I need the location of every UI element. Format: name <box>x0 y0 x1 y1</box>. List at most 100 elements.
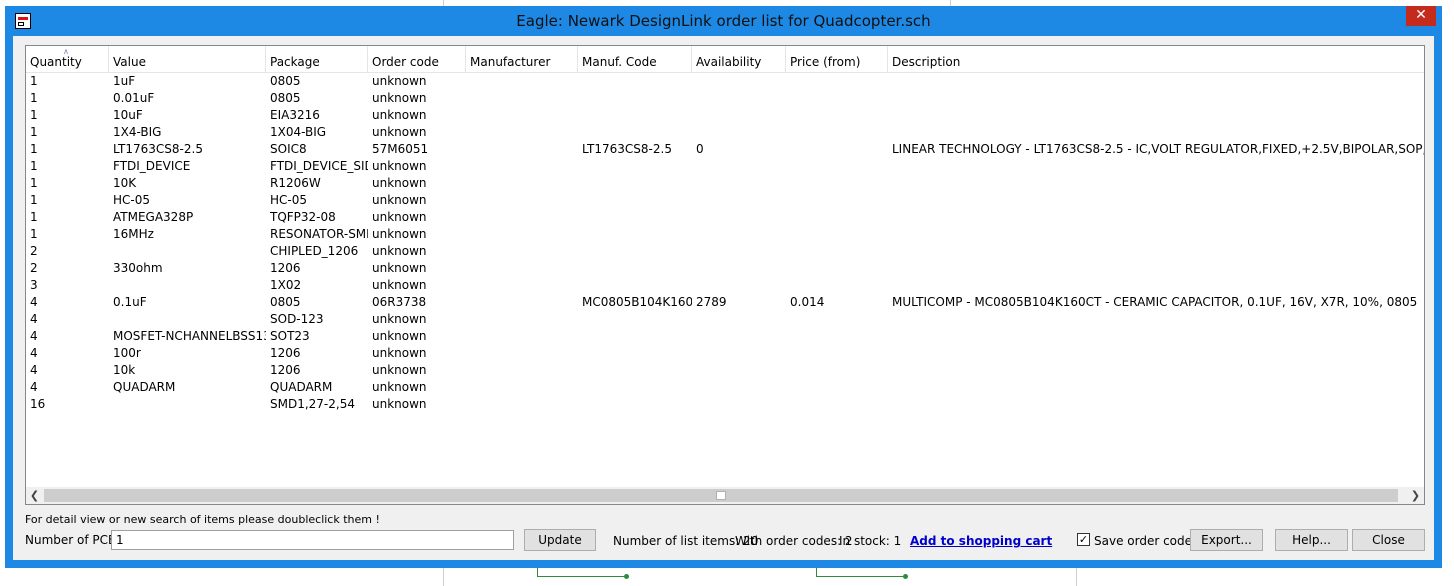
table-cell <box>578 158 692 175</box>
table-cell: FTDI_DEVICE <box>113 159 191 173</box>
table-cell: unknown <box>372 125 427 139</box>
scroll-left-icon[interactable]: ❮ <box>26 487 43 504</box>
table-row[interactable]: 4 100r 1206 unknown <box>26 345 1424 362</box>
column-header[interactable]: Availability <box>692 46 786 72</box>
column-header[interactable]: Order code <box>368 46 466 72</box>
table-cell: MC0805B104K160CT <box>582 295 692 309</box>
table-cell <box>578 345 692 362</box>
table-cell: 16 <box>30 397 46 411</box>
table-cell: MULTICOMP - MC0805B104K160CT - CERAMIC C… <box>892 295 1418 309</box>
table-cell: 1 <box>30 142 38 156</box>
table-cell: 4 <box>30 380 38 394</box>
table-row[interactable]: 1 ATMEGA328P TQFP32-08 unknown <box>26 209 1424 226</box>
table-cell <box>786 311 888 328</box>
table-row[interactable]: 1 HC-05 HC-05 unknown <box>26 192 1424 209</box>
column-header[interactable]: Description <box>888 46 1424 72</box>
help-button[interactable]: Help... <box>1275 529 1348 551</box>
table-cell <box>692 192 786 209</box>
table-cell: unknown <box>372 108 427 122</box>
table-row[interactable]: 2 CHIPLED_1206 unknown <box>26 243 1424 260</box>
table-cell <box>692 328 786 345</box>
column-header[interactable]: Package <box>266 46 368 72</box>
table-cell <box>692 243 786 260</box>
table-row[interactable]: 4 MOSFET-NCHANNELBSS138 SOT23 unknown <box>26 328 1424 345</box>
table-cell: SOT23 <box>270 329 310 343</box>
table-cell <box>578 260 692 277</box>
table-cell: 1 <box>30 108 38 122</box>
table-cell: 10uF <box>113 108 143 122</box>
table-cell: unknown <box>372 380 427 394</box>
table-cell <box>786 226 888 243</box>
table-cell <box>692 209 786 226</box>
table-cell <box>786 141 888 158</box>
table-row[interactable]: 1 10uF EIA3216 unknown <box>26 107 1424 124</box>
table-row[interactable]: 1 FTDI_DEVICE FTDI_DEVICE_SIDE unknown <box>26 158 1424 175</box>
window-close-button[interactable]: ✕ <box>1406 6 1436 26</box>
table-cell: 16MHz <box>113 227 154 241</box>
table-row[interactable]: 1 16MHz RESONATOR-SMD unknown <box>26 226 1424 243</box>
table-cell <box>786 90 888 107</box>
table-cell: QUADARM <box>113 380 176 394</box>
table-row[interactable]: 4 0.1uF 0805 06R3738 MC0805B104K160CT 2789 0.0… <box>26 294 1424 311</box>
save-order-codes-checkbox[interactable]: ✓ <box>1077 533 1090 546</box>
table-cell <box>786 362 888 379</box>
table-row[interactable]: 3 1X02 unknown <box>26 277 1424 294</box>
title-bar[interactable]: Eagle: Newark DesignLink order list for … <box>5 6 1442 36</box>
column-header[interactable]: Price (from) <box>786 46 888 72</box>
table-cell: 1uF <box>113 74 136 88</box>
update-button[interactable]: Update <box>524 529 596 551</box>
order-codes-count: With order codes: 2 <box>735 534 853 548</box>
table-row[interactable]: 1 1X4-BIG 1X04-BIG unknown <box>26 124 1424 141</box>
table-cell: unknown <box>372 193 427 207</box>
table-row[interactable]: 4 QUADARM QUADARM unknown <box>26 379 1424 396</box>
add-to-cart-link[interactable]: Add to shopping cart <box>910 534 1052 548</box>
pcbs-input[interactable]: 1 <box>111 530 514 550</box>
table-cell: LINEAR TECHNOLOGY - LT1763CS8-2.5 - IC,V… <box>892 142 1424 156</box>
table-row[interactable]: 16 SMD1,27-2,54 unknown <box>26 396 1424 413</box>
table-cell: 10K <box>113 176 137 190</box>
table-cell: SOIC8 <box>270 142 307 156</box>
table-cell <box>692 226 786 243</box>
table-cell: unknown <box>372 244 427 258</box>
table-cell <box>888 158 1424 175</box>
table-cell <box>466 294 578 311</box>
table-row[interactable]: 1 10K R1206W unknown <box>26 175 1424 192</box>
table-cell <box>578 73 692 90</box>
table-row[interactable]: 1 1uF 0805 unknown <box>26 73 1424 90</box>
table-cell <box>692 90 786 107</box>
table-cell <box>786 277 888 294</box>
table-row[interactable]: 4 SOD-123 unknown <box>26 311 1424 328</box>
table-cell <box>692 311 786 328</box>
table-row[interactable]: 2 330ohm 1206 unknown <box>26 260 1424 277</box>
column-header[interactable]: Manufacturer <box>466 46 578 72</box>
table-cell: 4 <box>30 363 38 377</box>
table-cell: R1206W <box>270 176 321 190</box>
table-row[interactable]: 4 10k 1206 unknown <box>26 362 1424 379</box>
table-cell <box>692 158 786 175</box>
table-row[interactable]: 1 0.01uF 0805 unknown <box>26 90 1424 107</box>
export-button[interactable]: Export... <box>1190 529 1263 551</box>
scroll-right-icon[interactable]: ❯ <box>1407 487 1424 504</box>
save-order-codes-label: Save order codes <box>1094 534 1199 548</box>
table-cell <box>786 209 888 226</box>
column-header[interactable]: Manuf. Code <box>578 46 692 72</box>
column-header[interactable]: Value <box>109 46 266 72</box>
table-cell: 0.014 <box>790 295 825 309</box>
table-cell: unknown <box>372 227 427 241</box>
table-cell <box>466 328 578 345</box>
table-cell: 1X04-BIG <box>270 125 327 139</box>
table-row[interactable]: 1 LT1763CS8-2.5 SOIC8 57M6051 LT1763CS8-2.5 0… <box>26 141 1424 158</box>
table-cell <box>888 379 1424 396</box>
horizontal-scrollbar[interactable]: ❮ ❯ <box>26 487 1424 504</box>
order-list-table[interactable]: Quantity ∧ Value Package Order code Manufactu… <box>25 45 1425 505</box>
column-header[interactable]: Quantity ∧ <box>26 46 109 72</box>
table-cell: 100r <box>113 346 141 360</box>
table-cell <box>578 311 692 328</box>
table-cell <box>466 73 578 90</box>
table-cell <box>578 328 692 345</box>
table-cell <box>888 192 1424 209</box>
table-cell <box>888 226 1424 243</box>
close-button[interactable]: Close <box>1352 529 1425 551</box>
table-cell <box>466 362 578 379</box>
table-cell <box>466 107 578 124</box>
